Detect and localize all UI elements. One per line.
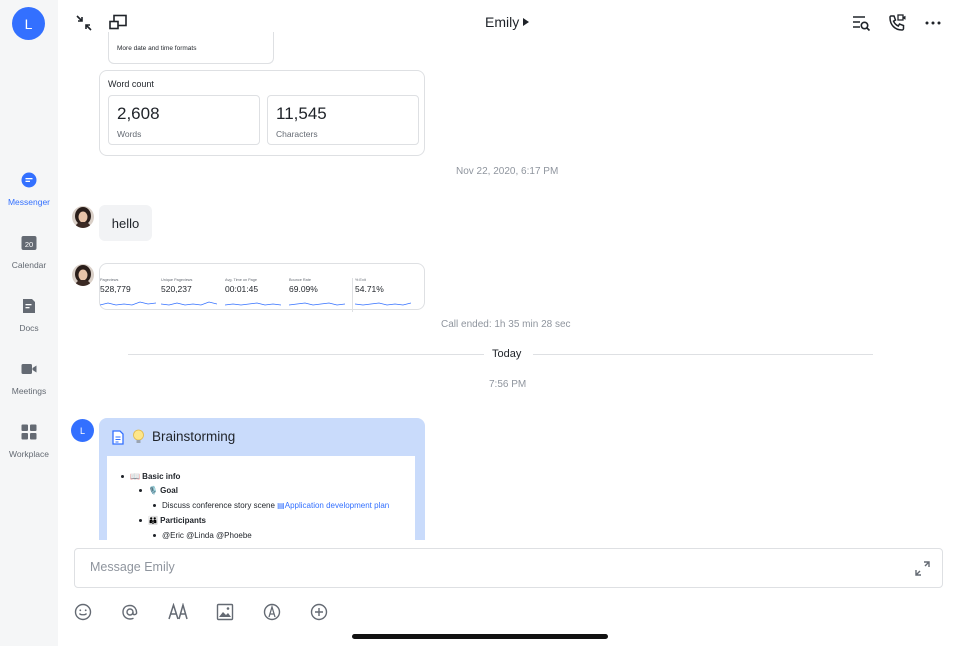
grid-icon — [21, 424, 37, 440]
metric-label: Unique Pageviews — [161, 278, 193, 282]
sparkline — [288, 302, 346, 306]
contact-avatar-icon — [72, 206, 94, 228]
metric-item: Avg. Time on Page 00:01:45 — [224, 278, 285, 312]
words-value: 2,608 — [117, 104, 160, 123]
doc-text: Discuss conference story scene ▤Applicat… — [153, 501, 389, 510]
expand-icon[interactable] — [915, 561, 930, 576]
doc-title[interactable]: Brainstorming — [152, 429, 235, 444]
metric-item: Bounce Rate 69.09% — [288, 278, 349, 312]
metric-label: Avg. Time on Page — [225, 278, 258, 282]
divider-line — [128, 354, 484, 355]
sidebar-item-messenger[interactable]: Messenger — [0, 172, 58, 207]
metric-item: Pageviews 528,779 — [99, 278, 160, 312]
avatar[interactable] — [72, 264, 94, 286]
date-format-card[interactable]: More date and time formats — [108, 32, 274, 64]
metric-value: 69.09% — [289, 284, 318, 294]
chat-title[interactable]: Emily — [485, 14, 519, 30]
analytics-card[interactable]: Pageviews 528,779 Unique Pageviews 520,2… — [99, 263, 425, 312]
document-icon — [112, 430, 124, 445]
metric-label: Pageviews — [100, 278, 119, 282]
sparkline — [160, 301, 218, 306]
doc-text: @Eric @Linda @Phoebe — [153, 531, 252, 540]
sidebar-item-docs[interactable]: Docs — [0, 298, 58, 333]
metric-item: Unique Pageviews 520,237 — [160, 278, 221, 312]
call-ended-status: Call ended: 1h 35 min 28 sec — [441, 319, 571, 330]
words-stat: 2,608 Words — [108, 95, 260, 145]
doc-preview: 📖 Basic info 🎙️ Goal Discuss conference … — [107, 456, 415, 540]
add-icon[interactable] — [310, 603, 328, 621]
sidebar-item-workplace[interactable]: Workplace — [0, 424, 58, 459]
sparkline — [224, 302, 282, 306]
calendar-icon: 20 — [21, 236, 37, 250]
sidebar-item-label: Messenger — [7, 197, 51, 207]
words-label: Words — [117, 129, 142, 139]
word-count-title: Word count — [108, 79, 154, 89]
emoji-icon[interactable] — [74, 603, 92, 621]
characters-label: Characters — [276, 129, 318, 139]
doc-link[interactable]: ▤Application development plan — [277, 501, 389, 510]
sidebar-item-label: Docs — [19, 323, 39, 333]
metric-value: 00:01:45 — [225, 284, 259, 294]
sidebar-item-label: Meetings — [11, 386, 47, 396]
multi-window-icon[interactable] — [108, 13, 128, 33]
timestamp: 7:56 PM — [489, 379, 527, 390]
home-indicator[interactable] — [352, 634, 608, 639]
sidebar: L Messenger 20 Calendar Docs Meetings Wo… — [0, 0, 58, 646]
lightbulb-icon — [133, 429, 144, 443]
avatar[interactable]: L — [71, 419, 94, 442]
search-history-icon[interactable] — [851, 13, 871, 33]
characters-value: 11,545 — [276, 104, 327, 123]
metric-item: % Exit 54.71% — [352, 278, 412, 312]
more-icon[interactable] — [923, 13, 943, 33]
divider-line — [533, 354, 873, 355]
svg-text:20: 20 — [25, 240, 33, 249]
chat-bubble-icon — [21, 172, 37, 188]
metric-label: Bounce Rate — [289, 278, 311, 282]
message-input[interactable] — [90, 560, 890, 574]
sidebar-item-calendar[interactable]: 20 Calendar — [0, 235, 58, 270]
metric-label: % Exit — [355, 278, 366, 282]
date-format-option[interactable]: More date and time formats — [117, 45, 196, 52]
sparkline — [99, 301, 157, 306]
image-icon[interactable] — [216, 603, 234, 621]
sidebar-item-meetings[interactable]: Meetings — [0, 361, 58, 396]
sidebar-item-label: Workplace — [9, 449, 49, 459]
word-count-card[interactable]: Word count 2,608 Words 11,545 Characters — [99, 70, 425, 156]
doc-subheading: 👪 Participants — [139, 516, 206, 525]
doc-card[interactable]: Brainstorming 📖 Basic info 🎙️ Goal Discu… — [99, 418, 425, 540]
collapse-icon[interactable] — [74, 13, 94, 33]
doc-heading: 📖 Basic info — [121, 472, 180, 481]
caret-right-icon[interactable] — [523, 18, 529, 26]
timestamp: Nov 22, 2020, 6:17 PM — [456, 166, 559, 177]
doc-subheading: 🎙️ Goal — [139, 486, 178, 495]
date-divider: Today — [492, 348, 522, 360]
phone-video-icon[interactable] — [887, 13, 907, 33]
message-bubble[interactable]: hello — [99, 205, 152, 241]
draw-icon[interactable] — [263, 603, 281, 621]
message-composer[interactable] — [74, 548, 943, 588]
characters-stat: 11,545 Characters — [267, 95, 419, 145]
metric-value: 520,237 — [161, 284, 192, 294]
metric-value: 528,779 — [100, 284, 131, 294]
metric-value: 54.71% — [355, 284, 384, 294]
user-avatar[interactable]: L — [12, 7, 45, 40]
contact-avatar-icon — [72, 264, 94, 286]
font-format-icon[interactable] — [168, 603, 188, 621]
mention-icon[interactable] — [121, 603, 139, 621]
docs-icon — [23, 299, 35, 313]
sidebar-item-label: Calendar — [11, 260, 47, 270]
sparkline — [354, 302, 412, 306]
avatar[interactable] — [72, 206, 94, 228]
video-camera-icon — [21, 364, 37, 374]
